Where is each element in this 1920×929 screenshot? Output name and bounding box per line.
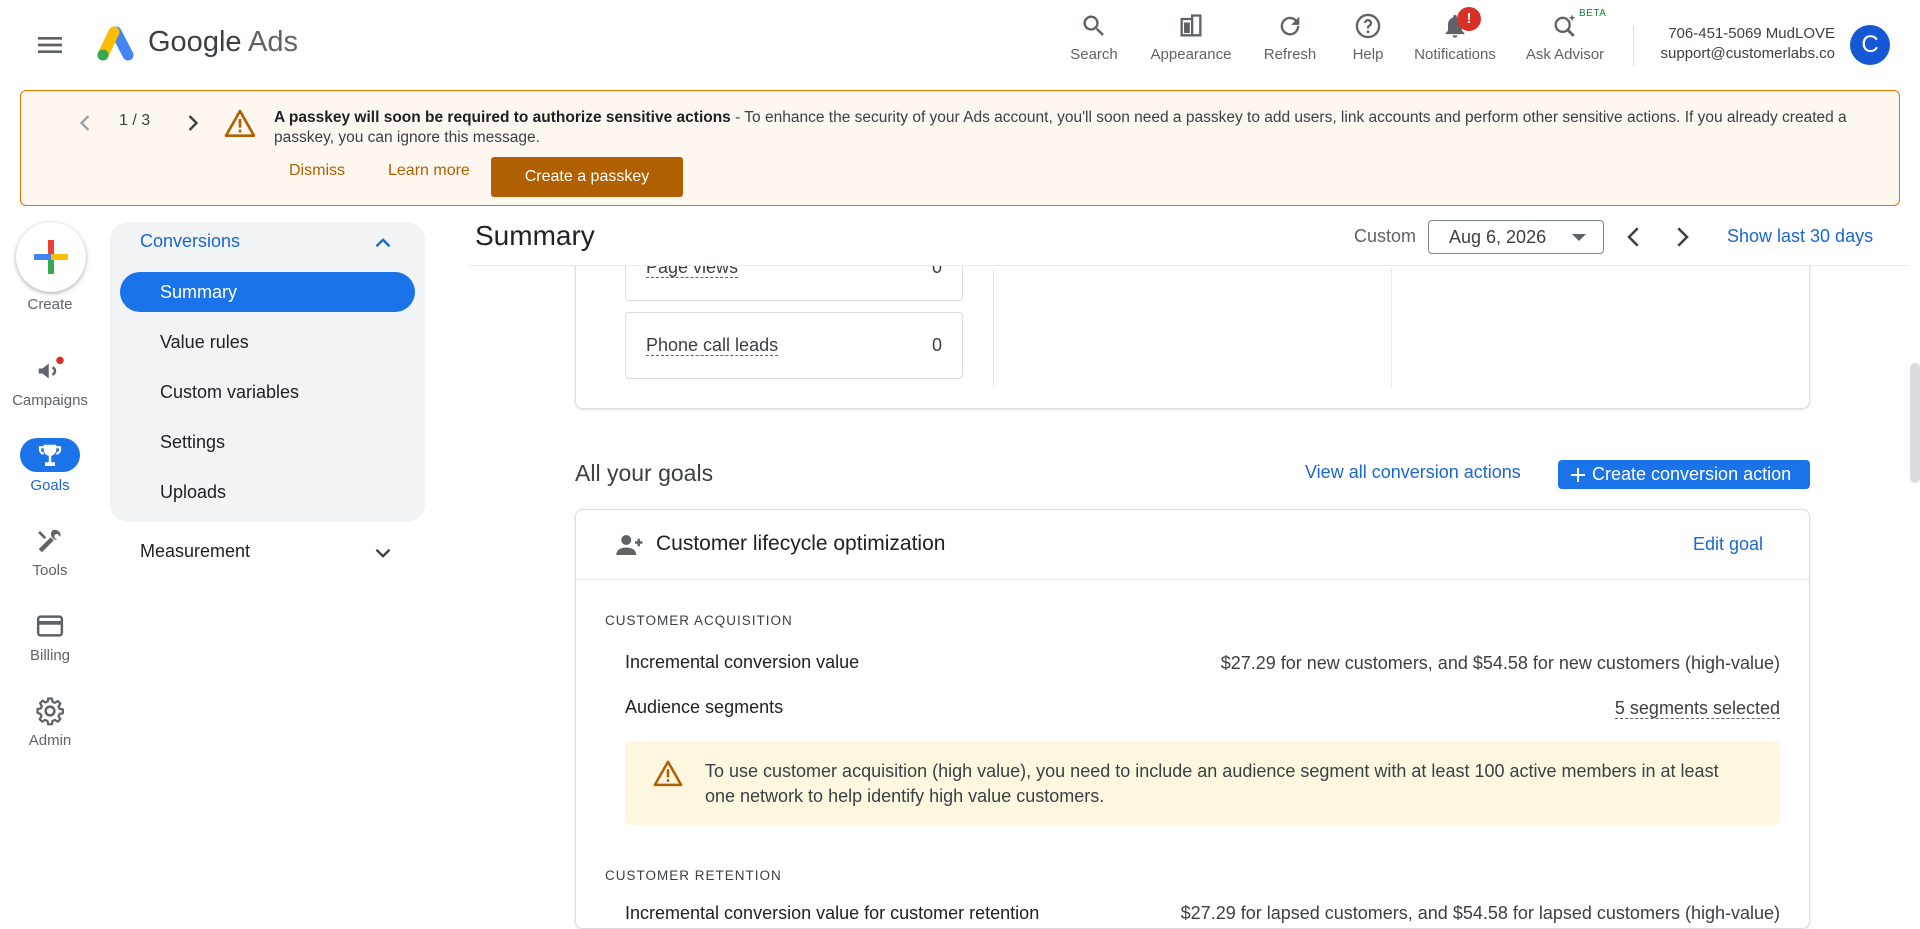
alert-message: To use customer acquisition (high value)… <box>705 761 1719 806</box>
goal-title: Customer lifecycle optimization <box>656 532 946 555</box>
banner-message: A passkey will soon be required to autho… <box>274 108 1864 148</box>
account-name: 706-451-5069 MudLOVE <box>1668 25 1835 42</box>
retention-section-label: CUSTOMER RETENTION <box>605 868 782 883</box>
appearance-button[interactable]: Appearance <box>1143 12 1239 72</box>
audience-segments-label: Audience segments <box>625 697 784 717</box>
notifications-button[interactable]: ! Notifications <box>1407 7 1503 72</box>
subnav-item-uploads[interactable]: Uploads <box>120 472 415 512</box>
incremental-value: $27.29 for new customers, and $54.58 for… <box>1220 653 1780 673</box>
warning-icon <box>653 759 683 787</box>
audience-segments-value[interactable]: 5 segments selected <box>1614 698 1780 719</box>
acquisition-section-label: CUSTOMER ACQUISITION <box>605 613 793 628</box>
subnav-item-value-rules[interactable]: Value rules <box>120 322 415 362</box>
caret-down-icon <box>1572 234 1586 241</box>
measurement-section-header[interactable]: Measurement <box>140 541 250 562</box>
plus-icon <box>34 240 68 274</box>
warning-icon <box>224 108 256 138</box>
passkey-banner: 1 / 3 A passkey will soon be required to… <box>20 90 1900 206</box>
page-title: Summary <box>475 220 595 251</box>
retention-value-label: Incremental conversion value for custome… <box>625 903 1040 923</box>
menu-icon[interactable] <box>34 29 66 61</box>
rail-billing[interactable]: Billing <box>0 647 100 664</box>
appearance-label: Appearance <box>1150 46 1232 63</box>
google-ads-logo[interactable] <box>94 24 136 64</box>
view-all-conversion-actions-link[interactable]: View all conversion actions <box>1305 462 1521 483</box>
learn-more-link[interactable]: Learn more <box>378 151 480 191</box>
subnav-item-custom-variables[interactable]: Custom variables <box>120 372 415 412</box>
subnav-item-settings[interactable]: Settings <box>120 422 415 462</box>
ask-advisor-icon <box>1551 12 1579 40</box>
create-passkey-button[interactable]: Create a passkey <box>491 157 683 197</box>
search-label: Search <box>1070 46 1118 63</box>
show-last-30-days-link[interactable]: Show last 30 days <box>1727 226 1873 247</box>
subnav-item-summary[interactable]: Summary <box>120 272 415 312</box>
customer-lifecycle-card <box>575 509 1810 929</box>
help-button[interactable]: Help <box>1320 12 1416 72</box>
date-prev-button[interactable] <box>1619 222 1649 252</box>
notifications-label: Notifications <box>1414 46 1496 63</box>
banner-pager-count: 1 / 3 <box>119 112 151 129</box>
beta-tag: BETA <box>1579 8 1607 19</box>
banner-title: A passkey will soon be required to autho… <box>274 109 731 126</box>
appearance-icon <box>1177 12 1205 40</box>
chevron-up-icon[interactable] <box>370 230 396 256</box>
banner-next-button[interactable] <box>179 109 207 137</box>
edit-goal-link[interactable]: Edit goal <box>1693 534 1763 555</box>
dismiss-button[interactable]: Dismiss <box>279 151 355 191</box>
refresh-icon <box>1276 12 1304 40</box>
audience-warning-alert: To use customer acquisition (high value)… <box>625 741 1780 825</box>
rail-admin[interactable]: Admin <box>0 732 100 749</box>
create-button[interactable] <box>16 222 86 292</box>
rail-tools[interactable]: Tools <box>0 562 100 579</box>
brand-ads: Ads <box>247 26 298 58</box>
rail-goals[interactable]: Goals <box>0 477 100 494</box>
top-bar: Google Ads Search Appearance Refresh Hel… <box>0 0 1920 90</box>
date-next-button[interactable] <box>1667 222 1697 252</box>
metric-name: Phone call leads <box>646 335 779 356</box>
retention-value: $27.29 for lapsed customers, and $54.58 … <box>1180 903 1780 923</box>
ask-advisor-label: Ask Advisor <box>1525 46 1605 63</box>
metric-phone-call-leads[interactable]: Phone call leads 0 <box>625 312 963 379</box>
tools-icon[interactable] <box>35 526 65 556</box>
add-person-icon <box>615 530 645 560</box>
banner-prev-button[interactable] <box>71 109 99 137</box>
column-divider <box>1391 268 1392 388</box>
account-email: support@customerlabs.co <box>1660 45 1835 62</box>
brand-name: Google Ads <box>148 26 298 59</box>
incremental-value-label: Incremental conversion value <box>625 652 860 672</box>
goals-section-title: All your goals <box>575 460 714 486</box>
metric-value: 0 <box>931 335 942 355</box>
column-divider <box>993 268 994 388</box>
billing-icon[interactable] <box>35 611 65 641</box>
date-range-value: Aug 6, 2026 <box>1449 227 1547 247</box>
notification-badge: ! <box>1457 7 1481 31</box>
ask-advisor-button[interactable]: BETA Ask Advisor <box>1517 8 1613 72</box>
help-label: Help <box>1352 46 1384 63</box>
chevron-down-icon[interactable] <box>370 540 396 566</box>
search-icon <box>1080 12 1108 40</box>
plus-icon <box>1570 467 1586 483</box>
megaphone-icon[interactable] <box>35 356 65 386</box>
header-divider <box>470 265 1910 266</box>
create-conversion-action-label: Create conversion action <box>1592 464 1792 484</box>
date-range-select[interactable]: Aug 6, 2026 <box>1428 220 1604 254</box>
help-icon <box>1354 12 1382 40</box>
create-conversion-action-button[interactable]: Create conversion action <box>1558 460 1810 489</box>
avatar[interactable]: C <box>1850 25 1890 65</box>
create-label: Create <box>27 296 73 313</box>
conversions-section-header[interactable]: Conversions <box>140 231 240 252</box>
card-divider <box>576 579 1809 580</box>
account-info[interactable]: 706-451-5069 MudLOVE support@customerlab… <box>1640 24 1835 64</box>
gear-icon[interactable] <box>35 696 65 726</box>
brand-google: Google <box>148 26 242 58</box>
trophy-icon <box>35 441 65 471</box>
search-button[interactable]: Search <box>1046 12 1142 72</box>
toolbar-divider <box>1633 26 1634 66</box>
rail-campaigns[interactable]: Campaigns <box>0 392 100 409</box>
page-scrollbar[interactable] <box>1910 363 1920 483</box>
date-range-type: Custom <box>1354 226 1417 246</box>
